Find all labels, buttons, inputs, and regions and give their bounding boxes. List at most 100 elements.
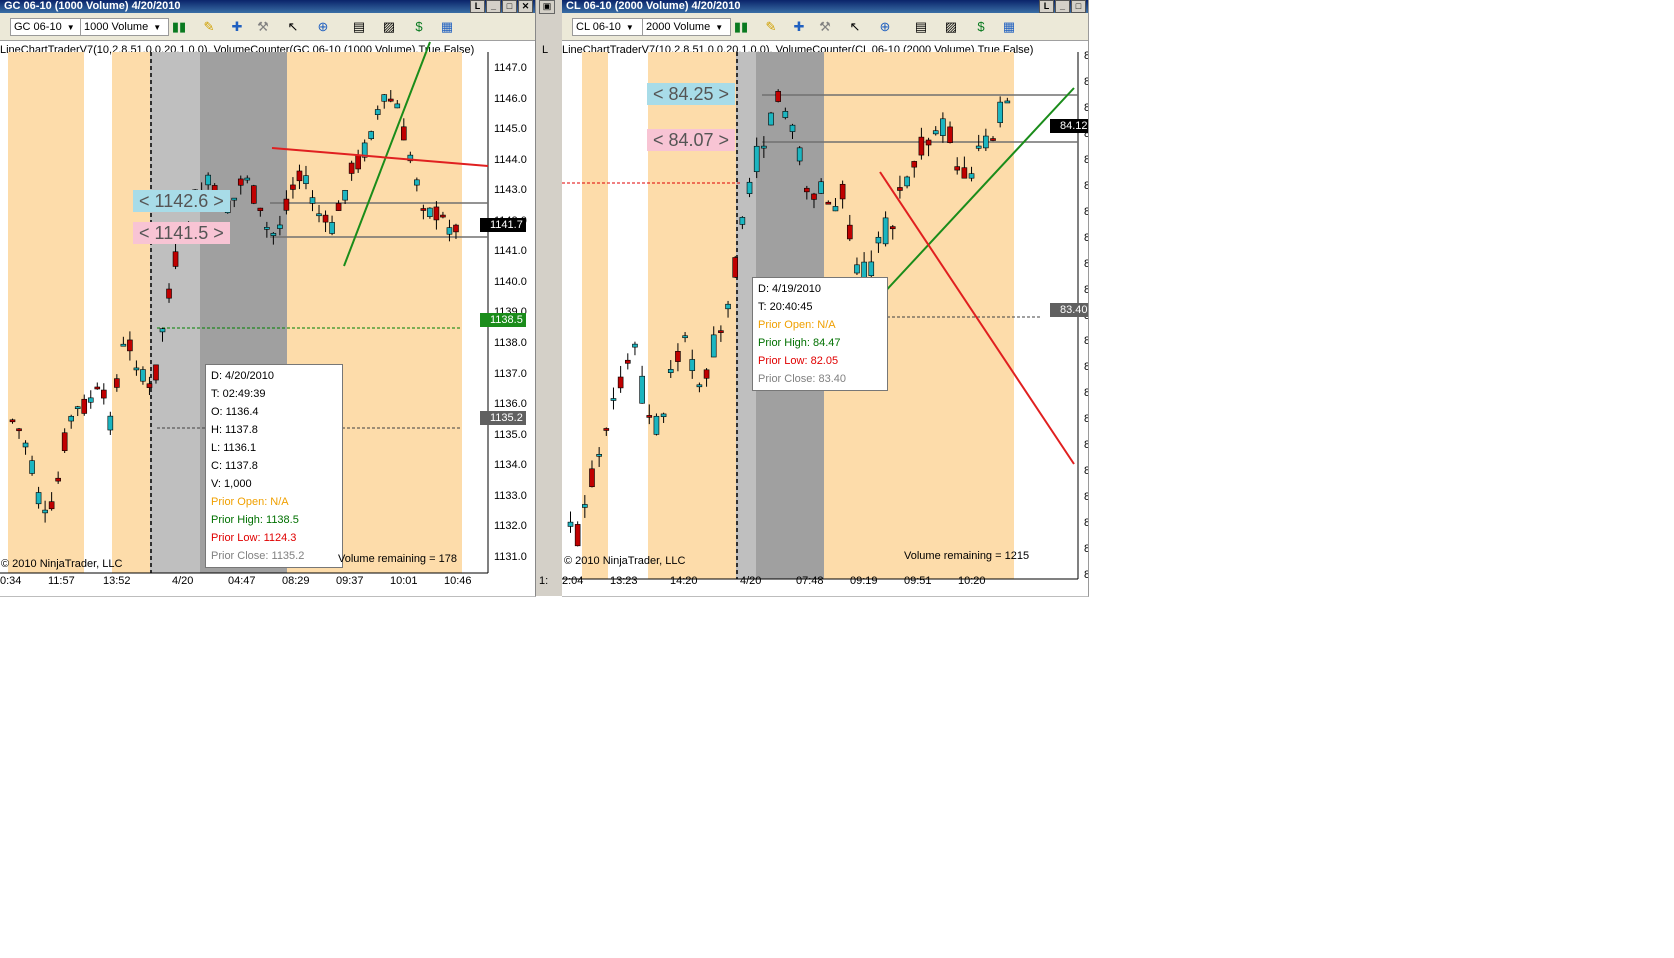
price-tick-label: 83.60 bbox=[1084, 258, 1088, 270]
tooltip-prior-open: Prior Open: N/A bbox=[211, 496, 289, 508]
tooltip-time: T: 02:49:39 bbox=[211, 388, 266, 400]
time-tick-label: 09:51 bbox=[904, 575, 932, 587]
candle bbox=[81, 398, 88, 414]
candle bbox=[746, 181, 753, 194]
candle bbox=[140, 369, 146, 382]
candle bbox=[427, 207, 433, 217]
price-tick-label: 82.40 bbox=[1084, 569, 1088, 581]
price-tick-label: 82.60 bbox=[1084, 517, 1088, 529]
candle bbox=[159, 328, 166, 333]
candle bbox=[782, 111, 789, 118]
candle bbox=[689, 359, 696, 371]
time-tick-label: 09:37 bbox=[336, 575, 364, 587]
time-tick-label: 14:20 bbox=[670, 575, 698, 587]
candle bbox=[374, 109, 381, 115]
candle bbox=[401, 126, 407, 141]
price-tick-label: 1147.0 bbox=[494, 62, 527, 74]
candle bbox=[420, 208, 427, 211]
candle bbox=[846, 224, 853, 240]
upper-level-label[interactable]: < 1142.6 > bbox=[133, 190, 230, 212]
tooltip-prior-close: Prior Close: 1135.2 bbox=[211, 550, 305, 562]
candle bbox=[264, 226, 270, 230]
time-tick-label: 11:57 bbox=[48, 575, 75, 587]
volume-remaining: Volume remaining = 1215 bbox=[904, 550, 1030, 562]
candle bbox=[725, 303, 731, 310]
window-gap: ▣ L 1: bbox=[535, 0, 563, 596]
price-tick-label: 83.80 bbox=[1084, 206, 1088, 218]
candle bbox=[74, 406, 81, 410]
candle bbox=[954, 166, 961, 171]
candle bbox=[932, 130, 939, 135]
price-tick-label: 1131.0 bbox=[494, 550, 527, 563]
tooltip-volume: V: 1,000 bbox=[211, 478, 252, 490]
candle bbox=[322, 214, 329, 223]
candle bbox=[348, 162, 355, 174]
tooltip-prior-high: Prior High: 84.47 bbox=[758, 337, 841, 349]
candle bbox=[710, 334, 717, 358]
candle bbox=[925, 139, 932, 146]
candle bbox=[889, 226, 896, 230]
price-tick-label: 83.20 bbox=[1084, 361, 1088, 373]
candle bbox=[22, 442, 29, 448]
collapsed-window-icon[interactable]: ▣ bbox=[539, 0, 555, 14]
candle bbox=[632, 343, 638, 348]
price-tick-label: 84.20 bbox=[1084, 102, 1088, 114]
candle bbox=[975, 145, 982, 149]
price-tick-label: 83.90 bbox=[1084, 180, 1088, 192]
candle bbox=[68, 415, 74, 422]
time-tick-label: 08:29 bbox=[282, 575, 310, 587]
price-tick-label: 1143.0 bbox=[494, 184, 527, 197]
price-tick-label: 84.40 bbox=[1084, 50, 1088, 62]
candle bbox=[48, 501, 55, 510]
candle bbox=[904, 176, 910, 187]
candle bbox=[277, 224, 283, 229]
candle bbox=[231, 197, 238, 201]
candle bbox=[639, 375, 645, 404]
candle bbox=[114, 378, 120, 388]
candle bbox=[911, 161, 918, 168]
candle bbox=[61, 432, 68, 451]
time-tick-label: 4/20 bbox=[740, 575, 762, 587]
candle bbox=[968, 173, 975, 179]
candle bbox=[1004, 100, 1011, 104]
candle bbox=[290, 184, 296, 190]
tooltip-open: O: 1136.4 bbox=[211, 406, 259, 418]
lower-level-label[interactable]: < 1141.5 > bbox=[133, 222, 230, 244]
candle bbox=[997, 101, 1003, 123]
candle bbox=[29, 460, 35, 474]
bar-info-tooltip: D: 4/20/2010 T: 02:49:39 O: 1136.4 H: 11… bbox=[205, 364, 343, 568]
candle bbox=[582, 504, 588, 508]
candle bbox=[653, 415, 660, 435]
candle bbox=[646, 415, 653, 418]
tooltip-close: C: 1137.8 bbox=[211, 460, 258, 472]
candle bbox=[309, 197, 316, 204]
upper-level-label[interactable]: < 84.25 > bbox=[647, 83, 736, 105]
candle bbox=[761, 145, 767, 149]
candle bbox=[381, 94, 388, 102]
tooltip-date: D: 4/20/2010 bbox=[211, 370, 274, 382]
candle bbox=[101, 389, 107, 399]
lower-level-label[interactable]: < 84.07 > bbox=[647, 129, 736, 151]
candle bbox=[832, 206, 839, 212]
chart-window-cl[interactable]: CL 06-10 (2000 Volume) 4/20/2010 L _ □ CL … bbox=[562, 0, 1089, 597]
candle bbox=[596, 454, 602, 457]
price-tick-label: 84.30 bbox=[1084, 76, 1088, 88]
prior-close-tag: 1135.2 bbox=[480, 411, 526, 425]
candle bbox=[818, 181, 824, 194]
candle bbox=[394, 103, 401, 109]
bar-info-tooltip: D: 4/19/2010 T: 20:40:45 Prior Open: N/A… bbox=[752, 277, 888, 391]
price-tick-label: 82.90 bbox=[1084, 439, 1088, 451]
candle bbox=[918, 136, 925, 156]
candle bbox=[387, 98, 394, 102]
chart-window-gc[interactable]: GC 06-10 (1000 Volume) 4/20/2010 L _ □ ✕ GC… bbox=[0, 0, 536, 597]
candle bbox=[146, 383, 153, 388]
volume-remaining: Volume remaining = 178 bbox=[338, 553, 457, 565]
price-tick-label: 82.70 bbox=[1084, 491, 1088, 503]
candle bbox=[703, 369, 710, 379]
candle bbox=[667, 369, 674, 373]
candle bbox=[739, 217, 746, 225]
candle bbox=[603, 428, 610, 431]
candle bbox=[868, 261, 875, 277]
candle bbox=[839, 183, 846, 200]
price-tick-label: 83.30 bbox=[1084, 335, 1088, 347]
